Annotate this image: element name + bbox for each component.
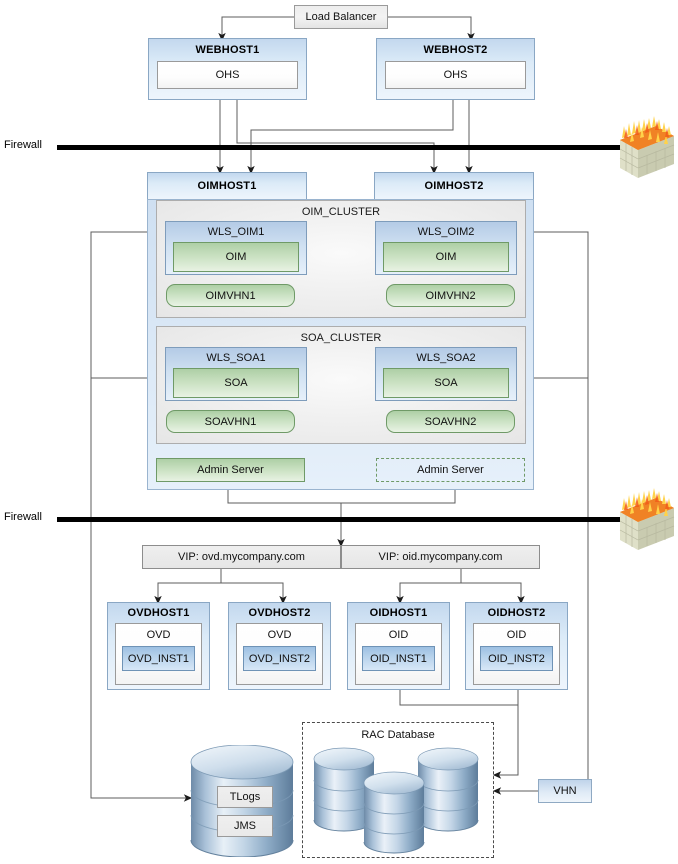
wls-oim2-title: WLS_OIM2 [417,226,475,238]
oidhost-1-component: OID [388,629,409,641]
rac-database-label: RAC Database [361,729,435,741]
wls-soa2-title: WLS_SOA2 [416,352,476,364]
webhost-2-component[interactable]: OHS [385,61,526,89]
ovdhost-2-component-box[interactable]: OVD OVD_INST2 [236,623,323,685]
ovdhost-1[interactable]: OVDHOST1 OVD OVD_INST1 [107,602,210,690]
oimhost-2[interactable]: OIMHOST2 [374,172,534,200]
rac-database-nodes-icon [310,745,490,855]
firewall-1-icon [612,116,676,184]
shared-storage-tlogs[interactable]: TLogs [217,786,273,808]
oimhost-1[interactable]: OIMHOST1 [147,172,307,200]
wls-oim1[interactable]: WLS_OIM1 OIM [165,221,307,275]
shared-storage-jms[interactable]: JMS [217,815,273,837]
oimvhn2[interactable]: OIMVHN2 [386,284,515,307]
oidhost-2-component: OID [506,629,527,641]
webhost-2[interactable]: WEBHOST2 OHS [376,38,535,100]
webhost-1[interactable]: WEBHOST1 OHS [148,38,307,100]
vip-oid[interactable]: VIP: oid.mycompany.com [341,545,540,569]
soavhn2[interactable]: SOAVHN2 [386,410,515,433]
firewall-2-icon [612,488,676,556]
ovdhost-1-title: OVDHOST1 [127,607,190,619]
wls-soa2-app[interactable]: SOA [383,368,509,398]
soavhn1[interactable]: SOAVHN1 [166,410,295,433]
wls-soa2[interactable]: WLS_SOA2 SOA [375,347,517,401]
webhost-1-title: WEBHOST1 [195,44,260,56]
vhn-node[interactable]: VHN [538,779,592,803]
admin-server-active[interactable]: Admin Server [156,458,305,482]
oidhost-2-component-box[interactable]: OID OID_INST2 [473,623,560,685]
ovdhost-1-component-box[interactable]: OVD OVD_INST1 [115,623,202,685]
oidhost-1-instance[interactable]: OID_INST1 [362,646,435,671]
oim-cluster-title: OIM_CLUSTER [301,206,381,218]
shared-storage-icon[interactable]: TLogs JMS [188,744,296,858]
ovdhost-2[interactable]: OVDHOST2 OVD OVD_INST2 [228,602,331,690]
ovdhost-1-component: OVD [146,629,171,641]
diagram-canvas: Load Balancer WEBHOST1 OHS WEBHOST2 OHS … [0,0,678,864]
ovdhost-1-instance[interactable]: OVD_INST1 [122,646,195,671]
admin-server-standby[interactable]: Admin Server [376,458,525,482]
oimhost-2-title: OIMHOST2 [424,180,484,192]
webhost-1-component[interactable]: OHS [157,61,298,89]
wls-soa1[interactable]: WLS_SOA1 SOA [165,347,307,401]
ovdhost-2-component: OVD [267,629,292,641]
oimhost-1-title: OIMHOST1 [197,180,257,192]
ovdhost-2-title: OVDHOST2 [248,607,311,619]
load-balancer-node[interactable]: Load Balancer [294,5,388,29]
oidhost-1-title: OIDHOST1 [369,607,428,619]
firewall-1-line [57,145,622,150]
wls-soa1-app[interactable]: SOA [173,368,299,398]
wls-oim1-title: WLS_OIM1 [207,226,265,238]
ovdhost-2-instance[interactable]: OVD_INST2 [243,646,316,671]
oimvhn1[interactable]: OIMVHN1 [166,284,295,307]
wls-oim2[interactable]: WLS_OIM2 OIM [375,221,517,275]
firewall-2-label: Firewall [4,511,42,523]
firewall-2-line [57,517,622,522]
oidhost-1[interactable]: OIDHOST1 OID OID_INST1 [347,602,450,690]
wls-oim1-app[interactable]: OIM [173,242,299,272]
oidhost-2-title: OIDHOST2 [487,607,546,619]
vip-ovd[interactable]: VIP: ovd.mycompany.com [142,545,341,569]
oidhost-2[interactable]: OIDHOST2 OID OID_INST2 [465,602,568,690]
webhost-2-title: WEBHOST2 [423,44,488,56]
oidhost-1-component-box[interactable]: OID OID_INST1 [355,623,442,685]
wls-soa1-title: WLS_SOA1 [206,352,266,364]
wls-oim2-app[interactable]: OIM [383,242,509,272]
oidhost-2-instance[interactable]: OID_INST2 [480,646,553,671]
firewall-1-label: Firewall [4,139,42,151]
soa-cluster-title: SOA_CLUSTER [300,332,382,344]
